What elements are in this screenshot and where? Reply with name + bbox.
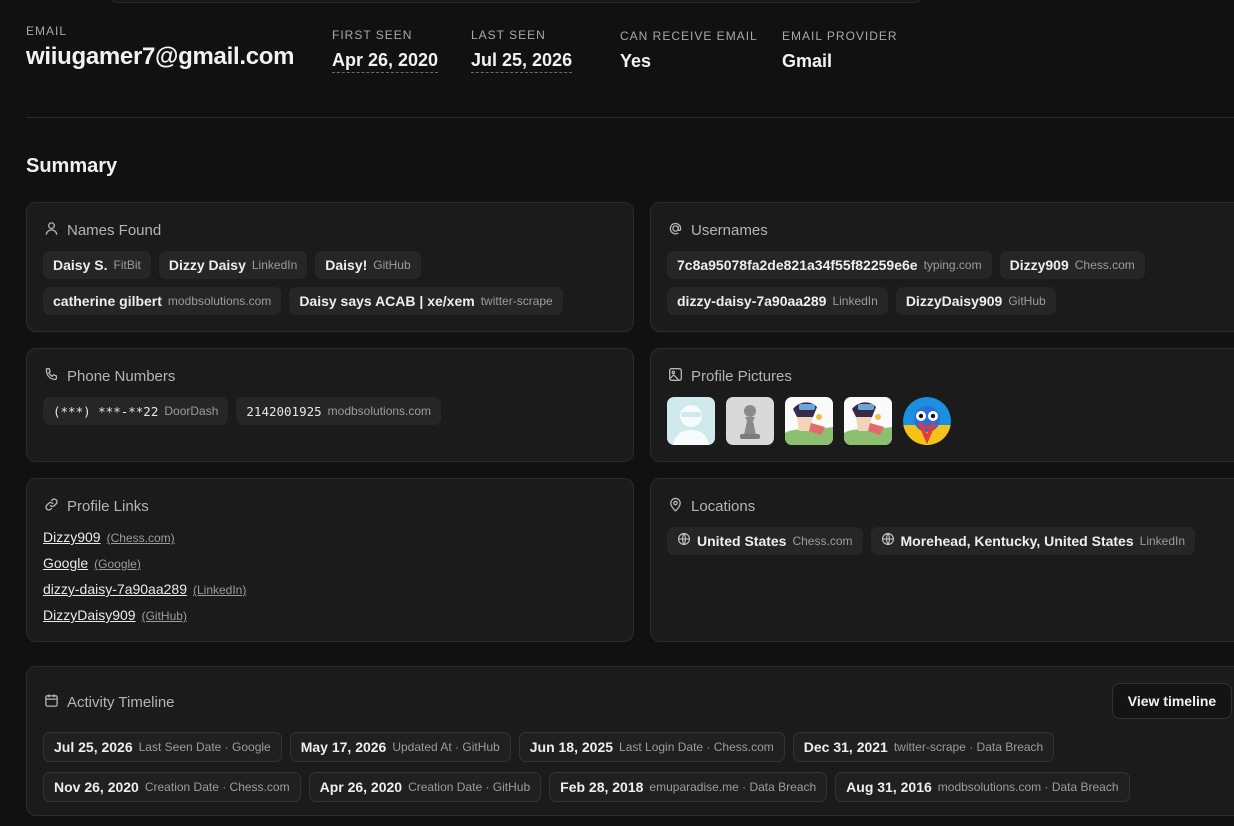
timeline-chip[interactable]: Apr 26, 2020 Creation Date · GitHub [308,772,542,802]
links-card-header: Profile Links [44,497,149,516]
pictures-card: Profile Pictures [650,348,1234,462]
timeline-chip[interactable]: Feb 28, 2018 emuparadise.me · Data Breach [549,772,828,802]
timeline-chip[interactable]: Dec 31, 2021 twitter-scrape · Data Breach [792,732,1055,762]
map-pin-icon [668,497,683,516]
links-card-title: Profile Links [67,498,149,515]
timeline-card-header: Activity Timeline [44,693,175,712]
phones-card-header: Phone Numbers [44,367,175,386]
provider-label: EMAIL PROVIDER [782,29,898,43]
cartoon-character[interactable] [844,397,892,445]
name-chip[interactable]: Daisy! GitHub [315,251,421,279]
name-chip[interactable]: Dizzy Daisy LinkedIn [158,251,308,279]
view-timeline-button[interactable]: View timeline [1112,683,1232,719]
pictures-card-header: Profile Pictures [668,367,792,386]
top-panel-edge [110,0,922,3]
names-card-header: Names Found [44,221,161,240]
links-list: Dizzy909 (Chess.com) Google (Google) dizzy… [43,529,246,633]
timeline-card: Activity Timeline View timeline Jul 25, … [26,666,1234,816]
globe-icon [881,532,895,551]
names-list: Daisy S. FitBit Dizzy Daisy LinkedIn Daisy… [43,251,621,315]
provider-value: Gmail [782,51,833,71]
profile-link[interactable]: dizzy-daisy-7a90aa289 (LinkedIn) [43,581,246,607]
colorful-bird[interactable] [903,397,951,445]
locations-list: United States Chess.com Morehead, Kentuck… [667,527,1234,555]
at-sign-icon [668,221,683,240]
name-chip[interactable]: catherine gilbert modbsolutions.com [43,287,282,315]
provider-block: EMAIL PROVIDER Gmail [782,29,898,72]
timeline-card-title: Activity Timeline [67,694,175,711]
locations-card-header: Locations [668,497,755,516]
image-icon [668,367,683,386]
user-icon [44,221,59,240]
username-chip[interactable]: Dizzy909 Chess.com [999,251,1145,279]
email-label: EMAIL [26,24,68,38]
email-block: EMAIL wiiugamer7@gmail.com [26,24,294,71]
timeline-chip[interactable]: Nov 26, 2020 Creation Date · Chess.com [43,772,301,802]
profile-link[interactable]: Dizzy909 (Chess.com) [43,529,246,555]
phones-card-title: Phone Numbers [67,368,176,385]
first-seen-block: FIRST SEEN Apr 26, 2020 [332,28,439,73]
first-seen-label: FIRST SEEN [332,28,413,42]
username-chip[interactable]: DizzyDaisy909 GitHub [895,287,1056,315]
can-receive-label: CAN RECEIVE EMAIL [620,29,758,43]
can-receive-value: Yes [620,51,652,71]
usernames-list: 7c8a95078fa2de821a34f55f82259e6e typing.c… [667,251,1189,315]
summary-title: Summary [26,155,118,177]
locations-card: Locations United States Chess.com Morehea… [650,478,1234,642]
username-chip[interactable]: dizzy-daisy-7a90aa289 LinkedIn [667,287,888,315]
names-card: Names Found Daisy S. FitBit Dizzy Daisy Li… [26,202,634,332]
phones-card: Phone Numbers (***) ***-**22 DoorDash 214… [26,348,634,462]
usernames-card-title: Usernames [691,222,768,239]
link-icon [44,497,59,516]
usernames-card: Usernames 7c8a95078fa2de821a34f55f82259e… [650,202,1234,332]
calendar-icon [44,693,59,712]
pictures-list [667,397,951,445]
profile-link[interactable]: Google (Google) [43,555,246,581]
location-chip[interactable]: United States Chess.com [667,527,863,555]
name-chip[interactable]: Daisy says ACAB | xe/xem twitter-scrape [289,287,563,315]
pictures-card-title: Profile Pictures [691,368,792,385]
timeline-chip[interactable]: May 17, 2026 Updated At · GitHub [289,732,511,762]
phone-chip[interactable]: 2142001925 modbsolutions.com [236,397,442,425]
timeline-chip[interactable]: Jul 25, 2026 Last Seen Date · Google [43,732,282,762]
links-card: Profile Links Dizzy909 (Chess.com) Google… [26,478,634,642]
can-receive-block: CAN RECEIVE EMAIL Yes [620,29,758,72]
timeline-chip[interactable]: Aug 31, 2016 modbsolutions.com · Data Bre… [835,772,1130,802]
cartoon-character[interactable] [785,397,833,445]
profile-link[interactable]: DizzyDaisy909 (GitHub) [43,607,246,633]
last-seen-value[interactable]: Jul 25, 2026 [471,50,573,73]
location-chip[interactable]: Morehead, Kentucky, United States LinkedI… [870,527,1196,555]
phone-icon [44,367,59,386]
first-seen-value[interactable]: Apr 26, 2020 [332,50,439,73]
name-chip[interactable]: Daisy S. FitBit [43,251,151,279]
locations-card-title: Locations [691,498,756,515]
phone-chip[interactable]: (***) ***-**22 DoorDash [43,397,229,425]
names-card-title: Names Found [67,222,162,239]
avatar-placeholder[interactable] [667,397,715,445]
last-seen-label: LAST SEEN [471,28,546,42]
email-value: wiiugamer7@gmail.com [26,43,295,70]
timeline-list: Jul 25, 2026 Last Seen Date · Google May … [43,732,1189,802]
chess-pawn[interactable] [726,397,774,445]
phones-list: (***) ***-**22 DoorDash 2142001925 modbsol… [43,397,621,425]
timeline-chip[interactable]: Jun 18, 2025 Last Login Date · Chess.com [518,732,785,762]
username-chip[interactable]: 7c8a95078fa2de821a34f55f82259e6e typing.c… [667,251,992,279]
header-divider [26,117,1234,118]
globe-icon [677,532,691,551]
last-seen-block: LAST SEEN Jul 25, 2026 [471,28,573,73]
usernames-card-header: Usernames [668,221,768,240]
